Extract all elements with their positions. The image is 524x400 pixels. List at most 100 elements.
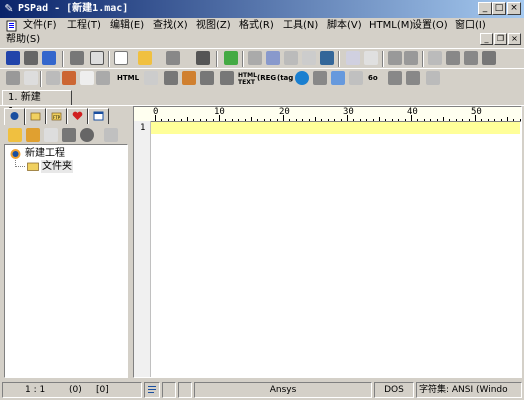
status-selection: [0] bbox=[96, 385, 109, 395]
tree-root[interactable]: 新建工程 bbox=[25, 147, 65, 160]
redo-icon[interactable] bbox=[404, 51, 418, 65]
grid2-icon[interactable] bbox=[220, 71, 234, 85]
pspad-app-icon[interactable]: ✎ bbox=[3, 2, 15, 15]
menu-tools[interactable]: 工具(N) bbox=[283, 19, 318, 33]
split-view-icon[interactable] bbox=[224, 51, 238, 65]
tab-folders[interactable] bbox=[25, 108, 46, 124]
project-icon[interactable] bbox=[6, 51, 20, 65]
minimize-button[interactable]: _ bbox=[478, 2, 492, 15]
menu-scripts[interactable]: 脚本(V) bbox=[327, 19, 362, 33]
open-project-icon[interactable] bbox=[24, 51, 38, 65]
copy-icon[interactable] bbox=[446, 51, 460, 65]
search-icon[interactable] bbox=[248, 51, 262, 65]
paragraph-icon[interactable] bbox=[24, 71, 38, 85]
ruler: 0 10 20 30 40 50 bbox=[134, 107, 521, 122]
new-file-icon[interactable] bbox=[114, 51, 128, 65]
tab-project[interactable] bbox=[4, 108, 25, 125]
maximize-button[interactable]: □ bbox=[492, 2, 506, 15]
tab-clip[interactable] bbox=[88, 108, 109, 124]
status-syntax[interactable]: Ansys bbox=[194, 382, 372, 398]
html-label[interactable]: HTML bbox=[117, 72, 139, 84]
menu-settings[interactable]: 设置(O) bbox=[412, 19, 448, 33]
save-file-icon[interactable] bbox=[166, 51, 180, 65]
g-icon[interactable] bbox=[331, 71, 345, 85]
chart-icon[interactable] bbox=[313, 71, 327, 85]
status-charset[interactable]: 字符集: ANSI (Windo bbox=[416, 382, 522, 398]
print-icon[interactable] bbox=[364, 51, 378, 65]
template-icon[interactable] bbox=[80, 71, 94, 85]
macro-play-icon[interactable] bbox=[406, 71, 420, 85]
tag-label[interactable]: (tag bbox=[277, 72, 293, 84]
mdi-close-button[interactable]: × bbox=[508, 33, 521, 45]
find-in-files-icon[interactable] bbox=[284, 51, 298, 65]
menu-window[interactable]: 窗口(I) bbox=[455, 19, 486, 33]
save-all-icon[interactable] bbox=[196, 51, 210, 65]
brackets-icon[interactable] bbox=[302, 51, 316, 65]
preview-icon[interactable] bbox=[346, 51, 360, 65]
compile-icon[interactable] bbox=[70, 51, 84, 65]
line-number: 1 bbox=[140, 123, 146, 133]
ruler-label: 40 bbox=[407, 107, 418, 117]
close-button[interactable]: × bbox=[507, 2, 521, 15]
indent-icon[interactable] bbox=[6, 71, 20, 85]
code-list-icon[interactable] bbox=[46, 71, 60, 85]
status-cursor: 1 : 1 (0) [0] bbox=[2, 382, 142, 398]
menu-html[interactable]: HTML(M) bbox=[369, 19, 413, 33]
delete-icon[interactable] bbox=[482, 51, 496, 65]
ruler-label: 10 bbox=[214, 107, 225, 117]
toolbar-format: HTML HTML TEXT (REG (tag 6o bbox=[0, 68, 524, 89]
new-folder-icon[interactable] bbox=[8, 128, 22, 142]
color-picker-icon[interactable] bbox=[62, 71, 76, 85]
tab-document[interactable]: 1. 新建1.mac bbox=[2, 90, 72, 117]
status-position: 1 : 1 bbox=[25, 385, 46, 395]
menu-edit[interactable]: 编辑(E) bbox=[110, 19, 144, 33]
tree-folder[interactable]: 文件夹 bbox=[41, 160, 73, 173]
tab-favorites[interactable] bbox=[67, 108, 88, 124]
menu-format[interactable]: 格式(R) bbox=[239, 19, 274, 33]
current-line[interactable] bbox=[151, 122, 520, 134]
paste-icon[interactable] bbox=[464, 51, 478, 65]
log-icon[interactable] bbox=[90, 51, 104, 65]
menu-search[interactable]: 查找(X) bbox=[153, 19, 188, 33]
tab-ftp[interactable]: FTP bbox=[46, 108, 67, 124]
menu-project[interactable]: 工程(T) bbox=[67, 19, 101, 33]
mdi-minimize-button[interactable]: _ bbox=[480, 33, 493, 45]
status-wrap-icon[interactable] bbox=[144, 382, 160, 398]
html-text-label[interactable]: HTML TEXT bbox=[238, 72, 257, 86]
reg-label[interactable]: (REG bbox=[257, 72, 276, 84]
grid-icon[interactable] bbox=[200, 71, 214, 85]
save-project-icon[interactable] bbox=[42, 51, 56, 65]
menu-view[interactable]: 视图(Z) bbox=[196, 19, 231, 33]
add-folder-icon[interactable] bbox=[26, 128, 40, 142]
mdi-restore-button[interactable]: ❐ bbox=[494, 33, 507, 45]
options-icon[interactable] bbox=[426, 71, 440, 85]
replace-icon[interactable] bbox=[266, 51, 280, 65]
menu-help[interactable]: 帮助(S) bbox=[6, 33, 40, 47]
table-icon[interactable] bbox=[164, 71, 178, 85]
ruler-label: 20 bbox=[279, 107, 290, 117]
open-file-icon[interactable] bbox=[138, 51, 152, 65]
undo-icon[interactable] bbox=[388, 51, 402, 65]
glasses-label[interactable]: 6o bbox=[368, 72, 378, 84]
status-empty-2 bbox=[178, 382, 192, 398]
tag-icon[interactable] bbox=[144, 71, 158, 85]
left-panel-tabs: FTP bbox=[4, 108, 130, 125]
editor-area[interactable]: 0 10 20 30 40 50 1 bbox=[133, 106, 522, 378]
document-icon[interactable] bbox=[6, 20, 18, 32]
add-file-icon[interactable] bbox=[44, 128, 58, 142]
project-globe-icon bbox=[10, 149, 21, 159]
tools-icon[interactable] bbox=[104, 128, 118, 142]
menu-file[interactable]: 文件(F) bbox=[23, 19, 57, 33]
record-icon[interactable] bbox=[80, 128, 94, 142]
cube-icon[interactable] bbox=[182, 71, 196, 85]
globe-icon[interactable] bbox=[295, 71, 309, 85]
status-line-ending[interactable]: DOS bbox=[374, 382, 414, 398]
project-tree: 新建工程 文件夹 bbox=[4, 144, 128, 378]
toolbar-main bbox=[0, 48, 524, 69]
spell-check-icon[interactable] bbox=[349, 71, 363, 85]
remove-icon[interactable] bbox=[62, 128, 76, 142]
cut-icon[interactable] bbox=[428, 51, 442, 65]
bookmark-icon[interactable] bbox=[320, 51, 334, 65]
macro-icon[interactable] bbox=[388, 71, 402, 85]
clip-icon[interactable] bbox=[96, 71, 110, 85]
